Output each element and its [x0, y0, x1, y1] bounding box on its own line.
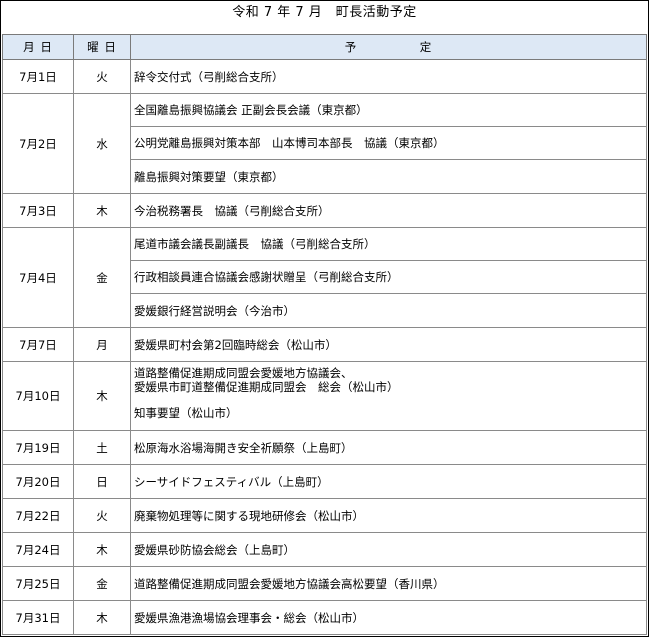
date-cell: 7月4日	[2, 227, 74, 328]
date-cell: 7月3日	[2, 193, 74, 228]
date-cell: 7月31日	[2, 600, 74, 635]
weekday-cell: 木	[73, 361, 131, 431]
plan-entry-text: 愛媛県漁港漁場協会理事会・総会（松山市）	[134, 610, 364, 625]
weekday-cell: 金	[73, 566, 131, 601]
date-cell: 7月7日	[2, 327, 74, 362]
weekday-cell: 月	[73, 327, 131, 362]
weekday-cell: 木	[73, 193, 131, 228]
plan-entry: 辞令交付式（弓削総合支所）	[131, 60, 646, 93]
header-date: 月 日	[2, 34, 74, 60]
weekday-cell: 金	[73, 227, 131, 328]
plan-entry-text: シーサイドフェスティバル（上島町）	[134, 474, 329, 489]
date-cell: 7月19日	[2, 430, 74, 465]
weekday-cell: 火	[73, 498, 131, 533]
entry-spacer	[134, 394, 646, 406]
plan-cell: 今治税務署長 協議（弓削総合支所）	[130, 193, 647, 228]
weekday-cell: 土	[73, 430, 131, 465]
plan-entry: 松原海水浴場海開き安全祈願祭（上島町）	[131, 431, 646, 464]
table-row: 7月24日 木 愛媛県砂防協会総会（上島町）	[2, 532, 647, 567]
plan-entry-text: 公明党離島振興対策本部 山本博司本部長 協議（東京都）	[134, 136, 445, 150]
plan-entry: 道路整備促進期成同盟会愛媛地方協議会高松要望（香川県）	[131, 567, 646, 600]
table-row: 7月4日 金 尾道市議会議長副議長 協議（弓削総合支所） 行政相談員連合協議会感…	[2, 227, 647, 328]
plan-cell: 愛媛県漁港漁場協会理事会・総会（松山市）	[130, 600, 647, 635]
plan-entry-text: 愛媛銀行経営説明会（今治市）	[134, 303, 295, 318]
plan-cell: 松原海水浴場海開き安全祈願祭（上島町）	[130, 430, 647, 465]
plan-entry-text: 全国離島振興協議会 正副会長会議（東京都）	[134, 103, 368, 117]
date-cell: 7月10日	[2, 361, 74, 431]
page-title: 令和 7 年 7 月 町長活動予定	[232, 5, 417, 20]
plan-entry: 尾道市議会議長副議長 協議（弓削総合支所）	[131, 228, 646, 261]
weekday-cell: 火	[73, 59, 131, 94]
table-row: 7月19日 土 松原海水浴場海開き安全祈願祭（上島町）	[2, 430, 647, 465]
plan-entry-text: 知事要望（松山市）	[134, 406, 238, 420]
date-cell: 7月1日	[2, 59, 74, 94]
plan-entry-text: 愛媛県市町道整備促進期成同盟会 総会（松山市）	[134, 380, 399, 394]
weekday-cell: 木	[73, 532, 131, 567]
plan-entry-text: 愛媛県砂防協会総会（上島町）	[134, 542, 295, 557]
date-cell: 7月22日	[2, 498, 74, 533]
table-row: 7月25日 金 道路整備促進期成同盟会愛媛地方協議会高松要望（香川県）	[2, 566, 647, 601]
plan-entry-text: 廃棄物処理等に関する現地研修会（松山市）	[134, 508, 364, 523]
plan-entry-text: 辞令交付式（弓削総合支所）	[134, 69, 284, 84]
plan-entry: 行政相談員連合協議会感謝状贈呈（弓削総合支所）	[131, 261, 646, 294]
plan-entry-text: 松原海水浴場海開き安全祈願祭（上島町）	[134, 440, 353, 455]
weekday-cell: 水	[73, 93, 131, 194]
date-cell: 7月25日	[2, 566, 74, 601]
plan-cell: 道路整備促進期成同盟会愛媛地方協議会高松要望（香川県）	[130, 566, 647, 601]
plan-cell: 愛媛県砂防協会総会（上島町）	[130, 532, 647, 567]
plan-entry: 全国離島振興協議会 正副会長会議（東京都）	[131, 94, 646, 127]
table-row: 7月22日 火 廃棄物処理等に関する現地研修会（松山市）	[2, 498, 647, 533]
table-row: 7月1日 火 辞令交付式（弓削総合支所）	[2, 59, 647, 94]
table-row: 7月31日 木 愛媛県漁港漁場協会理事会・総会（松山市）	[2, 600, 647, 635]
plan-entry-text: 行政相談員連合協議会感謝状贈呈（弓削総合支所）	[134, 270, 399, 284]
plan-cell: 愛媛県町村会第2回臨時総会（松山市）	[130, 327, 647, 362]
plan-cell: 全国離島振興協議会 正副会長会議（東京都） 公明党離島振興対策本部 山本博司本部…	[130, 93, 647, 194]
header-day: 曜 日	[73, 34, 131, 60]
date-cell: 7月24日	[2, 532, 74, 567]
plan-entry-text: 道路整備促進期成同盟会愛媛地方協議会、	[134, 366, 353, 380]
header-plan: 予 定	[130, 34, 647, 60]
date-cell: 7月20日	[2, 464, 74, 499]
plan-entry: 今治税務署長 協議（弓削総合支所）	[131, 194, 646, 227]
weekday-cell: 木	[73, 600, 131, 635]
weekday-cell: 日	[73, 464, 131, 499]
schedule-table: 月 日 曜 日 予 定 7月1日 火 辞令交付式（弓削総合支所） 7月2日 水 …	[2, 34, 647, 635]
table-row: 7月10日 木 道路整備促進期成同盟会愛媛地方協議会、 愛媛県市町道整備促進期成…	[2, 361, 647, 431]
plan-entry: シーサイドフェスティバル（上島町）	[131, 465, 646, 498]
plan-cell: 辞令交付式（弓削総合支所）	[130, 59, 647, 94]
plan-entry: 愛媛県砂防協会総会（上島町）	[131, 533, 646, 566]
date-cell: 7月2日	[2, 93, 74, 194]
plan-entry: 廃棄物処理等に関する現地研修会（松山市）	[131, 499, 646, 532]
plan-entry-text: 離島振興対策要望（東京都）	[134, 169, 284, 184]
plan-entry-text: 今治税務署長 協議（弓削総合支所）	[134, 203, 330, 218]
table-row: 7月7日 月 愛媛県町村会第2回臨時総会（松山市）	[2, 327, 647, 362]
plan-entry: 愛媛県町村会第2回臨時総会（松山市）	[131, 328, 646, 361]
plan-entry-text: 尾道市議会議長副議長 協議（弓削総合支所）	[134, 237, 376, 251]
plan-cell: 道路整備促進期成同盟会愛媛地方協議会、 愛媛県市町道整備促進期成同盟会 総会（松…	[130, 361, 647, 431]
table-row: 7月20日 日 シーサイドフェスティバル（上島町）	[2, 464, 647, 499]
plan-entry-text: 道路整備促進期成同盟会愛媛地方協議会高松要望（香川県）	[134, 576, 445, 591]
plan-entry: 道路整備促進期成同盟会愛媛地方協議会、 愛媛県市町道整備促進期成同盟会 総会（松…	[131, 362, 646, 430]
header-row: 月 日 曜 日 予 定	[2, 34, 647, 60]
plan-cell: 廃棄物処理等に関する現地研修会（松山市）	[130, 498, 647, 533]
plan-entry: 離島振興対策要望（東京都）	[131, 160, 646, 193]
plan-entry-text: 愛媛県町村会第2回臨時総会（松山市）	[134, 337, 337, 352]
plan-cell: シーサイドフェスティバル（上島町）	[130, 464, 647, 499]
plan-cell: 尾道市議会議長副議長 協議（弓削総合支所） 行政相談員連合協議会感謝状贈呈（弓削…	[130, 227, 647, 328]
plan-entry: 愛媛銀行経営説明会（今治市）	[131, 294, 646, 327]
plan-entry: 愛媛県漁港漁場協会理事会・総会（松山市）	[131, 601, 646, 634]
plan-entry: 公明党離島振興対策本部 山本博司本部長 協議（東京都）	[131, 127, 646, 160]
table-row: 7月2日 水 全国離島振興協議会 正副会長会議（東京都） 公明党離島振興対策本部…	[2, 93, 647, 194]
table-row: 7月3日 木 今治税務署長 協議（弓削総合支所）	[2, 193, 647, 228]
